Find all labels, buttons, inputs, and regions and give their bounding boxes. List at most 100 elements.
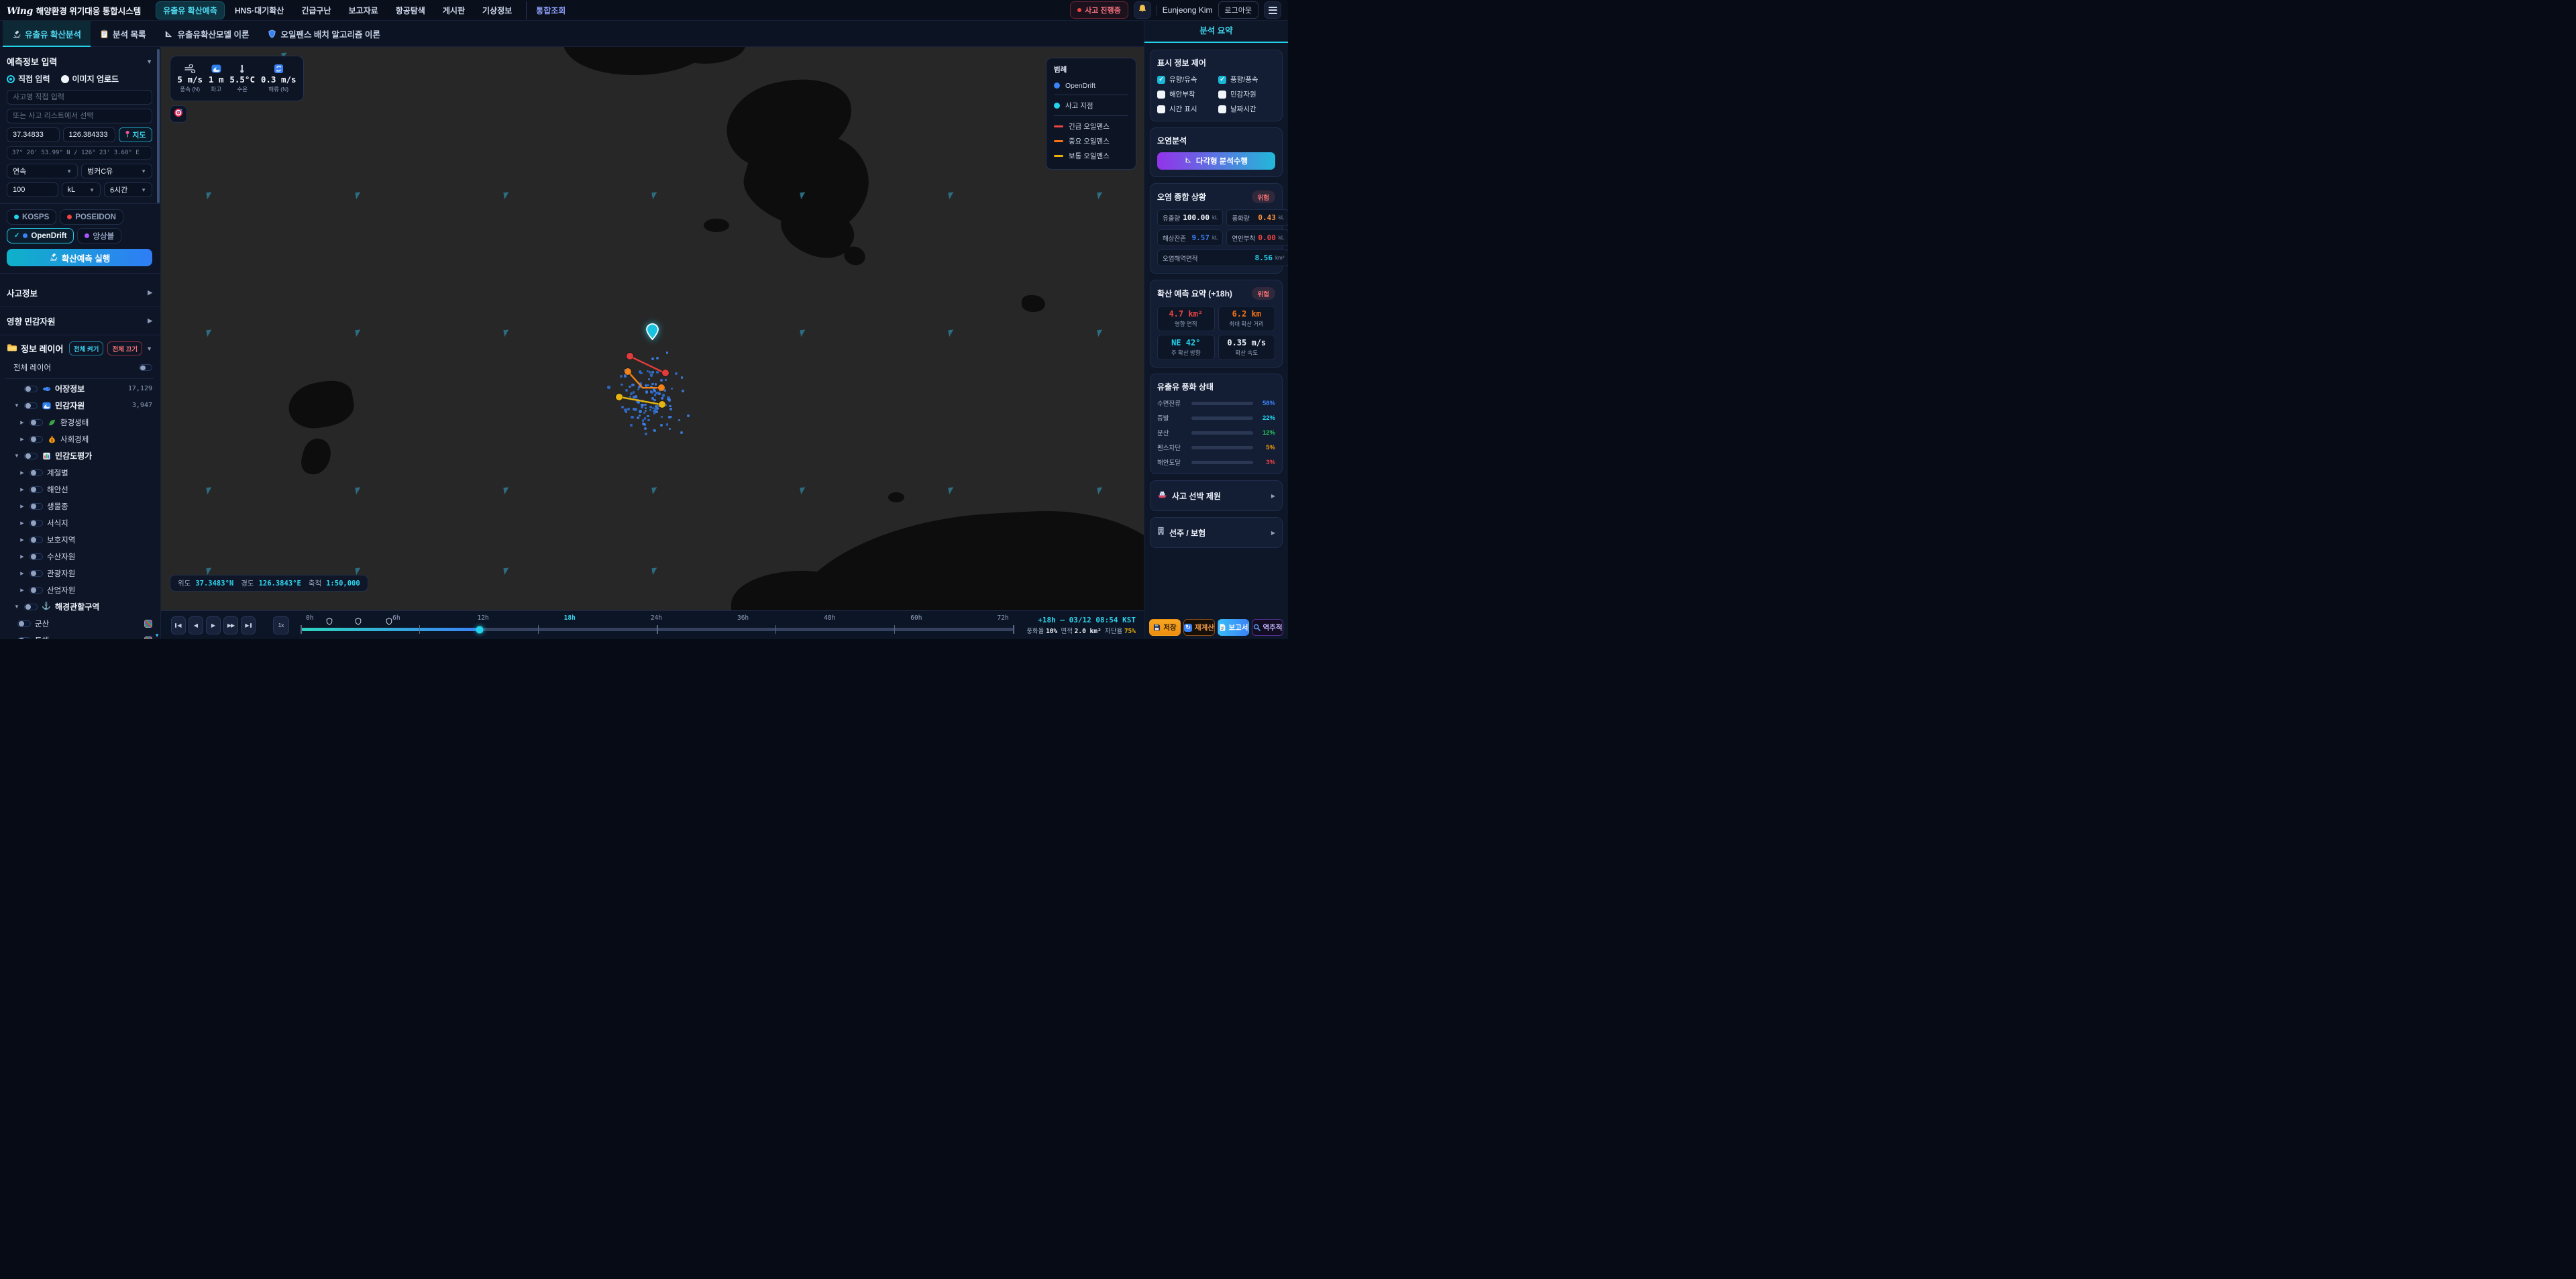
unit-select[interactable]: kL▼ — [62, 182, 101, 197]
oilfence-endpoint[interactable] — [616, 394, 623, 400]
incident-name-input[interactable] — [7, 90, 152, 105]
logout-button[interactable]: 로그아웃 — [1218, 1, 1258, 19]
oilfence-endpoint[interactable] — [662, 370, 669, 376]
tab-오일펜스 배치 알고리즘 이론[interactable]: 오일펜스 배치 알고리즘 이론 — [258, 21, 389, 46]
menu-button[interactable] — [1264, 1, 1281, 19]
nav-item-보고자료[interactable]: 보고자료 — [341, 1, 386, 19]
layer-toggle[interactable] — [30, 419, 43, 426]
layer-row-민감도평가[interactable]: ▼민감도평가 — [7, 447, 152, 464]
impacted-resources-section[interactable]: 영향 민감자원▶ — [7, 307, 152, 335]
layer-row-관광자원[interactable]: ▶관광자원 — [7, 565, 152, 581]
step-back-button[interactable]: ◀ — [189, 616, 203, 634]
layer-row-군산[interactable]: 군산 — [7, 615, 152, 632]
recenter-incident-button[interactable] — [170, 105, 187, 123]
radio-image-upload[interactable]: 이미지 업로드 — [61, 73, 119, 85]
duration-select[interactable]: 6시간▼ — [104, 182, 152, 197]
polygon-analysis-button[interactable]: 다각형 분석수행 — [1157, 152, 1275, 170]
oilfence-line[interactable] — [630, 356, 665, 373]
layer-row-서식지[interactable]: ▶서식지 — [7, 514, 152, 531]
oil-type-select[interactable]: 벙커C유▼ — [81, 164, 152, 178]
timeline-thumb[interactable] — [476, 626, 483, 633]
oilfence-endpoint[interactable] — [658, 384, 665, 391]
prediction-input-section-header[interactable]: 예측정보 입력 ▼ — [7, 53, 152, 73]
longitude-input[interactable] — [63, 127, 116, 142]
layer-row-환경생태[interactable]: ▶환경생태 — [7, 414, 152, 431]
layer-row-사회경제[interactable]: ▶$사회경제 — [7, 431, 152, 447]
nav-item-통합조회[interactable]: 통합조회 — [526, 1, 573, 19]
nav-item-긴급구난[interactable]: 긴급구난 — [294, 1, 338, 19]
nav-item-HNS·대기확산[interactable]: HNS·대기확산 — [227, 1, 292, 19]
layer-toggle[interactable] — [24, 604, 38, 610]
checkbox-민감자원[interactable]: 민감자원 — [1218, 89, 1275, 99]
layer-toggle[interactable] — [30, 537, 43, 543]
fast-forward-button[interactable]: ▶▶ — [223, 616, 238, 634]
layer-toggle[interactable] — [30, 587, 43, 594]
oilfence-line[interactable] — [628, 372, 661, 388]
layer-toggle[interactable] — [30, 469, 43, 476]
skip-start-button[interactable]: ◀ — [171, 616, 186, 634]
layer-row-계절별[interactable]: ▶계절별 — [7, 464, 152, 481]
ship-specs-section[interactable]: 사고 선박 제원 ▶ — [1150, 480, 1283, 511]
scroll-down-icon[interactable]: ▼ — [154, 632, 160, 638]
incident-location-marker[interactable] — [646, 323, 659, 340]
역추적-button[interactable]: 역추적 — [1252, 619, 1283, 636]
layer-toggle[interactable] — [30, 570, 43, 577]
tab-유출유 확산분석[interactable]: 유출유 확산분석 — [3, 21, 91, 46]
incident-list-input[interactable] — [7, 109, 152, 123]
nav-item-게시판[interactable]: 게시판 — [435, 1, 472, 19]
accident-info-section[interactable]: 사고정보▶ — [7, 279, 152, 307]
layer-toggle[interactable] — [30, 520, 43, 526]
amount-input[interactable] — [7, 182, 58, 197]
all-layers-off-button[interactable]: 전체 끄기 — [107, 341, 142, 355]
spill-type-select[interactable]: 연속▼ — [7, 164, 78, 178]
nav-item-항공탐색[interactable]: 항공탐색 — [388, 1, 433, 19]
run-prediction-button[interactable]: 확산예측 실행 — [7, 249, 152, 266]
oilfence-endpoint[interactable] — [625, 368, 631, 375]
layer-toggle[interactable] — [24, 386, 38, 392]
layer-row-수산자원[interactable]: ▶수산자원 — [7, 548, 152, 565]
panel-tab-summary[interactable]: 분석 요약 — [1144, 21, 1288, 43]
nav-item-유출유 확산예측[interactable]: 유출유 확산예측 — [156, 1, 225, 19]
layer-row-생물종[interactable]: ▶생물종 — [7, 498, 152, 514]
pick-on-map-button[interactable]: 지도 — [119, 127, 152, 142]
layer-row-해경관할구역[interactable]: ▼⚓해경관할구역 — [7, 598, 152, 615]
scrollbar-thumb[interactable] — [157, 49, 160, 203]
재계산-button[interactable]: ↻재계산 — [1183, 619, 1215, 636]
layer-style-icon[interactable] — [144, 636, 152, 640]
model-chip-OpenDrift[interactable]: ✓OpenDrift — [7, 228, 74, 243]
checkbox-풍향/풍속[interactable]: ✓풍향/풍속 — [1218, 74, 1275, 85]
layer-toggle[interactable] — [30, 503, 43, 510]
checkbox-유향/유속[interactable]: ✓유향/유속 — [1157, 74, 1214, 85]
layer-toggle[interactable] — [17, 637, 31, 640]
tab-분석 목록[interactable]: 분석 목록 — [91, 21, 155, 46]
checkbox-시간 표시[interactable]: 시간 표시 — [1157, 104, 1214, 114]
play-button[interactable]: ▶ — [206, 616, 221, 634]
layer-toggle[interactable] — [30, 436, 43, 443]
checkbox-해안부착[interactable]: 해안부착 — [1157, 89, 1214, 99]
all-layers-toggle[interactable] — [139, 364, 152, 371]
layer-toggle[interactable] — [24, 402, 38, 409]
nav-item-기상정보[interactable]: 기상정보 — [475, 1, 519, 19]
sidebar-scrollbar[interactable] — [157, 49, 160, 639]
layer-toggle[interactable] — [30, 486, 43, 493]
layer-row-민감자원[interactable]: ▼민감자원3,947 — [7, 397, 152, 414]
owner-insurance-section[interactable]: 선주 / 보험 ▶ — [1150, 517, 1283, 548]
oilfence-line[interactable] — [619, 397, 662, 405]
oilfence-endpoint[interactable] — [627, 353, 633, 359]
skip-end-button[interactable]: ▶ — [241, 616, 256, 634]
model-chip-앙상블[interactable]: 앙상블 — [77, 228, 121, 243]
layer-row-산업자원[interactable]: ▶산업자원 — [7, 581, 152, 598]
layer-row-어장정보[interactable]: 어장정보17,129 — [7, 380, 152, 397]
layer-toggle[interactable] — [17, 620, 31, 627]
model-chip-POSEIDON[interactable]: POSEIDON — [60, 209, 123, 225]
저장-button[interactable]: 저장 — [1149, 619, 1181, 636]
layer-row-보호지역[interactable]: ▶보호지역 — [7, 531, 152, 548]
layer-row-해안선[interactable]: ▶해안선 — [7, 481, 152, 498]
layer-row-동해[interactable]: 동해 — [7, 632, 152, 639]
latitude-input[interactable] — [7, 127, 60, 142]
model-chip-KOSPS[interactable]: KOSPS — [7, 209, 56, 225]
layer-toggle[interactable] — [24, 453, 38, 459]
layer-style-icon[interactable] — [144, 620, 152, 628]
notifications-button[interactable] — [1134, 1, 1151, 19]
map-canvas[interactable]: 5 m/s풍속 (N)1 m파고5.5°C수온0.3 m/s해류 (N) 범례 … — [161, 47, 1144, 610]
